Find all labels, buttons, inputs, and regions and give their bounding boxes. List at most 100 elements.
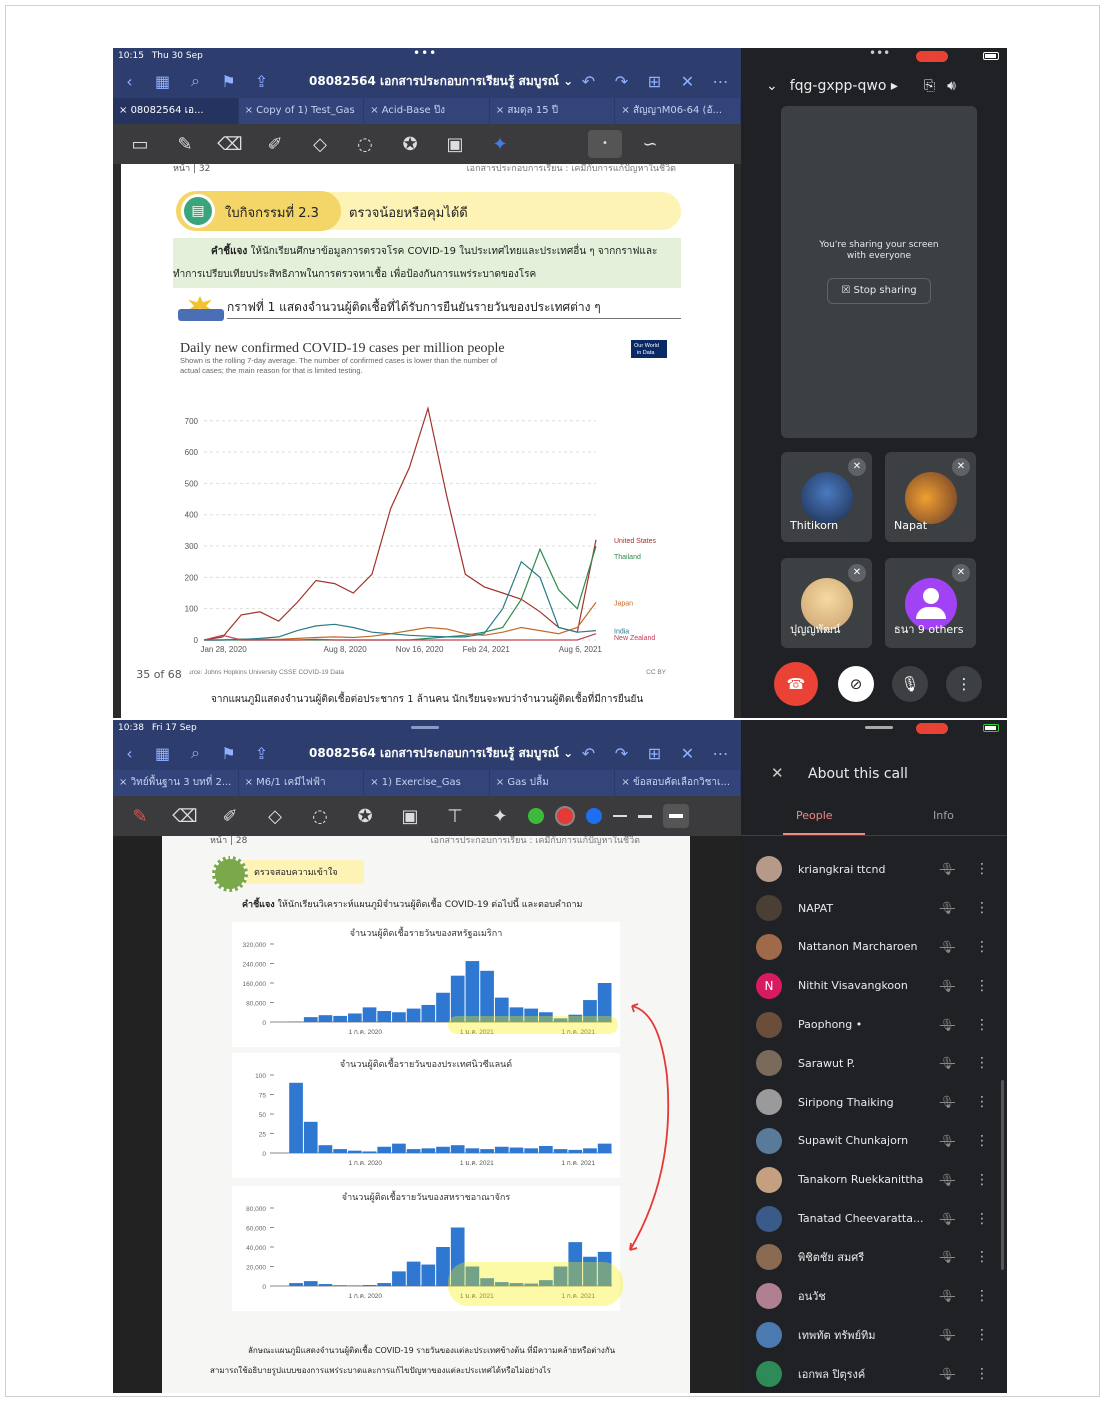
redo-icon[interactable]: ↷	[605, 744, 638, 763]
dot-size-icon[interactable]: •	[588, 130, 622, 158]
more-options-icon[interactable]: ⋮	[975, 1327, 989, 1343]
search-icon[interactable]: ⌕	[179, 71, 212, 91]
more-icon[interactable]: ⋯	[704, 72, 737, 91]
tab-info[interactable]: Info	[933, 809, 954, 822]
more-options-icon[interactable]: ⋮	[975, 1133, 989, 1149]
speaker-icon[interactable]: 🔊︎	[947, 78, 956, 94]
participant-row[interactable]: Sarawut P. 🎙︎ ⋮	[741, 1044, 1007, 1083]
doc-tab[interactable]: × Acid-Base ป๊ง	[364, 98, 490, 124]
page-icon[interactable]: ▭	[123, 134, 157, 155]
pen-icon[interactable]: ✎	[123, 806, 157, 827]
more-options-icon[interactable]: ⋮	[975, 939, 989, 955]
more-options-icon[interactable]: ⋮	[975, 1366, 989, 1382]
more-options-icon[interactable]: ⋮	[975, 978, 989, 994]
multitask-dots-icon[interactable]: •••	[869, 48, 890, 60]
close-icon[interactable]: ✕	[671, 744, 704, 763]
add-page-icon[interactable]: ⊞	[638, 744, 671, 763]
more-options-button[interactable]: ⋮	[946, 666, 982, 702]
participant-row[interactable]: Siripong Thaiking 🎙︎ ⋮	[741, 1083, 1007, 1122]
more-options-icon[interactable]: ⋮	[975, 1288, 989, 1304]
document-title[interactable]: 08082564 เอกสารประกอบการเรียนรู้ สมบูรณ์…	[309, 64, 573, 98]
highlighter-icon[interactable]: ✐	[213, 806, 247, 827]
lasso-icon[interactable]: ◌	[348, 134, 382, 155]
share-icon[interactable]: ⇪	[245, 744, 278, 763]
bookmark-icon[interactable]: ⚑	[212, 72, 245, 91]
multitask-handle[interactable]	[411, 726, 439, 729]
more-options-icon[interactable]: ⋮	[975, 1017, 989, 1033]
participant-row[interactable]: Nattanon Marcharoen 🎙︎ ⋮	[741, 928, 1007, 967]
camera-switch-icon[interactable]: ⎘	[924, 78, 935, 94]
lasso-icon[interactable]: ◌	[303, 806, 337, 827]
color-red-swatch[interactable]	[555, 806, 575, 826]
eraser-icon[interactable]: ⌫	[213, 134, 247, 155]
color-green-swatch[interactable]	[528, 808, 544, 824]
scrollbar[interactable]	[1001, 1080, 1004, 1270]
undo-icon[interactable]: ↶	[572, 744, 605, 763]
doc-tab[interactable]: × วิทย์พื้นฐาน 3 บทที่ 2...	[113, 770, 239, 796]
text-icon[interactable]: ⊤	[438, 806, 472, 827]
doc-tab[interactable]: × สัญญาM06-64 (อั...	[615, 98, 741, 124]
participant-row[interactable]: Paophong • 🎙︎ ⋮	[741, 1005, 1007, 1044]
shapes-icon[interactable]: ◇	[303, 134, 337, 155]
back-icon[interactable]: ‹	[113, 744, 146, 763]
more-options-icon[interactable]: ⋮	[975, 1211, 989, 1227]
participant-row[interactable]: NAPAT 🎙︎ ⋮	[741, 889, 1007, 928]
participant-tile[interactable]: ✕ ธนา 9 others	[885, 558, 976, 648]
highlighter-icon[interactable]: ✐	[258, 134, 292, 155]
medium-stroke-icon[interactable]	[638, 814, 652, 818]
participant-row[interactable]: เทพทัต ทรัพย์ทิม 🎙︎ ⋮	[741, 1316, 1007, 1355]
participant-row[interactable]: อนวัช 🎙︎ ⋮	[741, 1277, 1007, 1316]
chevron-down-icon[interactable]: ⌄	[766, 78, 778, 94]
laser-icon[interactable]: ✦	[483, 134, 517, 155]
bookmark-icon[interactable]: ⚑	[212, 744, 245, 763]
shapes-icon[interactable]: ◇	[258, 806, 292, 827]
redo-icon[interactable]: ↷	[605, 72, 638, 91]
doc-tab[interactable]: × M6/1 เคมีไฟฟ้า	[239, 770, 365, 796]
more-options-icon[interactable]: ⋮	[975, 1094, 989, 1110]
laser-icon[interactable]: ✦	[483, 806, 517, 827]
more-options-icon[interactable]: ⋮	[975, 1249, 989, 1265]
share-icon[interactable]: ⇪	[245, 72, 278, 91]
back-icon[interactable]: ‹	[113, 72, 146, 91]
stop-sharing-button[interactable]: ☒ Stop sharing	[827, 278, 931, 304]
multitask-dots-icon[interactable]: •••	[413, 48, 437, 61]
camera-off-button[interactable]: ⊘	[838, 666, 874, 702]
end-call-button[interactable]: ☎	[774, 662, 818, 706]
participant-row[interactable]: พิชิตชัย สมศรี 🎙︎ ⋮	[741, 1238, 1007, 1277]
mic-button[interactable]: 🎙︎	[892, 666, 928, 702]
participant-row[interactable]: N Nithit Visavangkoon 🎙︎ ⋮	[741, 966, 1007, 1005]
grid-icon[interactable]: ▦	[146, 744, 179, 763]
participant-row[interactable]: เอกพล ปิตุรงค์ 🎙︎ ⋮	[741, 1354, 1007, 1393]
more-options-icon[interactable]: ⋮	[975, 900, 989, 916]
close-icon[interactable]: ✕	[671, 72, 704, 91]
participant-tile[interactable]: ✕ ปุญญพัฒน์	[781, 558, 872, 648]
multitask-handle[interactable]	[865, 726, 893, 729]
meeting-code[interactable]: fqg-gxpp-qwo ▸	[790, 78, 898, 94]
search-icon[interactable]: ⌕	[179, 743, 212, 763]
pen-icon[interactable]: ✎	[168, 134, 202, 155]
document-title[interactable]: 08082564 เอกสารประกอบการเรียนรู้ สมบูรณ์…	[309, 736, 573, 770]
thin-stroke-icon[interactable]	[613, 815, 627, 817]
participant-tile[interactable]: ✕ Napat	[885, 452, 976, 542]
curve-icon[interactable]: ∽	[633, 134, 667, 155]
more-options-icon[interactable]: ⋮	[975, 861, 989, 877]
more-options-icon[interactable]: ⋮	[975, 1055, 989, 1071]
undo-icon[interactable]: ↶	[572, 72, 605, 91]
color-blue-swatch[interactable]	[586, 808, 602, 824]
close-icon[interactable]: ✕	[771, 764, 784, 782]
doc-tab[interactable]: × ข้อสอบคัดเลือกวิชาเ...	[615, 770, 741, 796]
thick-stroke-icon[interactable]	[663, 804, 689, 828]
tab-people[interactable]: People	[796, 809, 833, 822]
grid-icon[interactable]: ▦	[146, 72, 179, 91]
participant-row[interactable]: Tanatad Cheevaratta... 🎙︎ ⋮	[741, 1199, 1007, 1238]
image-icon[interactable]: ▣	[393, 806, 427, 827]
doc-tab[interactable]: × 1) Exercise_Gas	[364, 770, 490, 796]
doc-tab[interactable]: × 08082564 เอ...	[113, 98, 239, 124]
participant-row[interactable]: Tanakorn Ruekkanittha 🎙︎ ⋮	[741, 1160, 1007, 1199]
more-icon[interactable]: ⋯	[704, 744, 737, 763]
eraser-icon[interactable]: ⌫	[168, 806, 202, 827]
participant-tile[interactable]: ✕ Thitikorn	[781, 452, 872, 542]
participant-row[interactable]: Supawit Chunkajorn 🎙︎ ⋮	[741, 1122, 1007, 1161]
doc-tab[interactable]: × Copy of 1) Test_Gas	[239, 98, 365, 124]
sticker-icon[interactable]: ✪	[393, 134, 427, 155]
